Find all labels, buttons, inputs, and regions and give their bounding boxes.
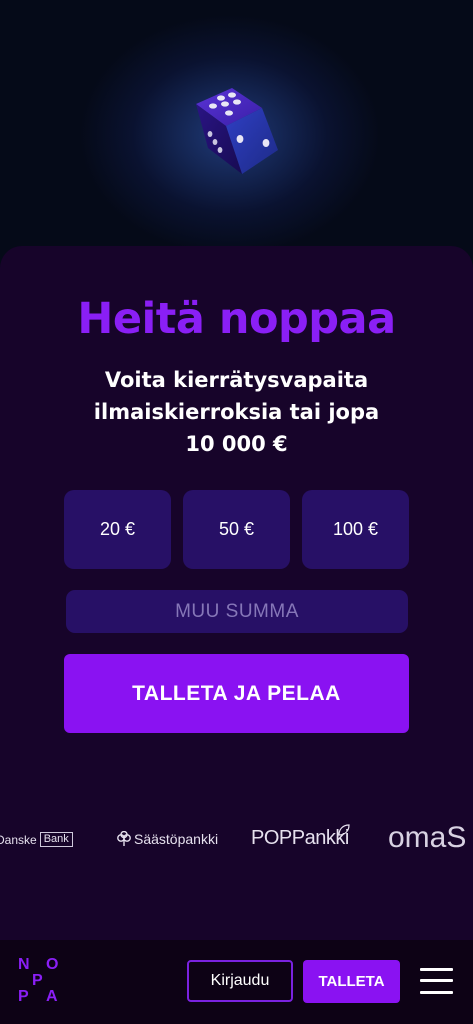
promo-subtitle: Voita kierrätysvapaita ilmaiskierroksia … [60,364,413,460]
pop-pankki-logo: POPPankki [251,824,350,850]
promo-subtitle-line: 10 000 € [185,432,288,456]
saastopankki-leaf-icon [117,831,131,846]
dice-icon [196,88,278,174]
noppa-logo[interactable]: N O P P A [16,955,66,1007]
saastopankki-logo: Säästöpankki [116,831,218,847]
other-amount-input[interactable]: MUU SUMMA [66,590,408,633]
bank-logos: Danske Bank Säästöpankki POPPankki omaS [0,815,473,865]
amount-option-50[interactable]: 50 € [183,490,290,569]
promo-subtitle-line: ilmaiskierroksia tai jopa [93,400,380,424]
danske-bank-logo: Danske Bank [0,832,73,847]
promo-title: Heitä noppaa [77,294,396,344]
logo-letter: N [18,956,30,973]
hamburger-menu-icon[interactable] [420,966,454,996]
logo-letter: O [46,956,59,973]
login-button[interactable]: Kirjaudu [187,960,293,1002]
amount-option-20[interactable]: 20 € [64,490,171,569]
danske-bank-logo-box: Bank [39,832,73,847]
logo-letter: A [46,988,58,1005]
oma-saastopankki-logo: omaS [388,821,467,854]
promo-subtitle-line: Voita kierrätysvapaita [104,368,369,392]
pop-pankki-logo-pop: POP [251,827,292,849]
logo-letter: P [32,972,43,989]
pop-pankki-leaf-icon [338,824,350,836]
menu-line [420,968,453,971]
logo-letter: P [18,988,29,1005]
deposit-button[interactable]: TALLETA [303,960,400,1003]
danske-bank-logo-text: Danske [0,832,37,847]
hero-banner [0,0,473,270]
amount-option-100[interactable]: 100 € [302,490,409,569]
deposit-and-play-button[interactable]: TALLETA JA PELAA [64,654,409,733]
saastopankki-logo-text: Säästöpankki [134,831,219,847]
menu-line [420,991,453,994]
menu-line [420,979,453,982]
